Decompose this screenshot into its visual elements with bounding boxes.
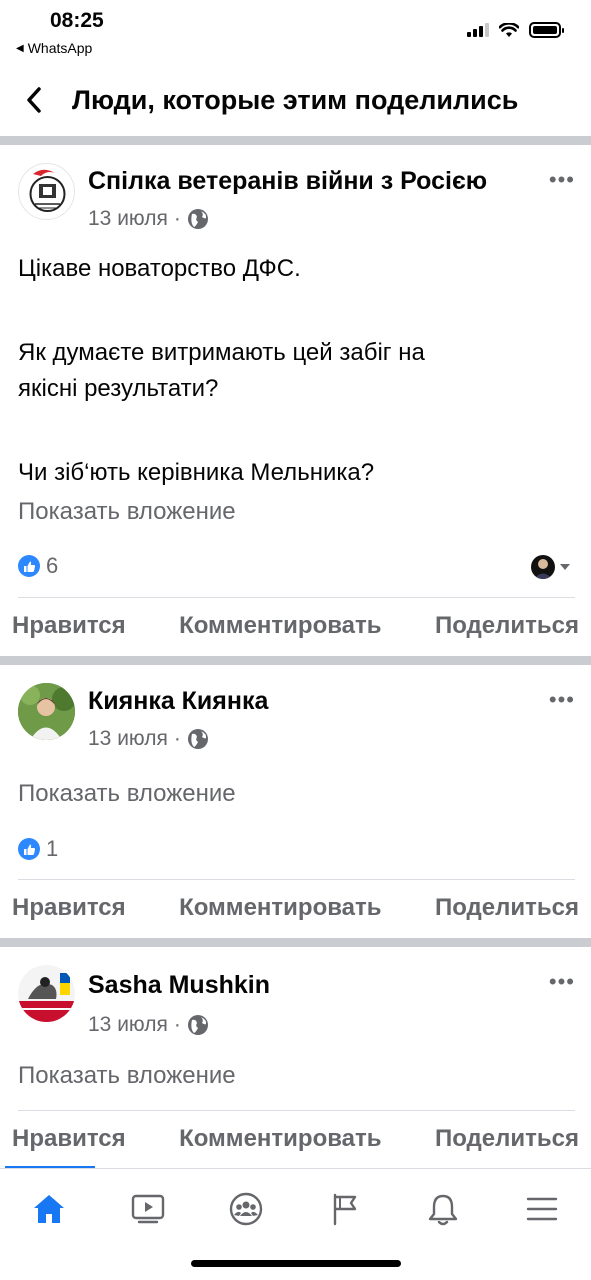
profile-photo-icon <box>18 683 75 740</box>
video-icon <box>131 1194 164 1223</box>
share-button[interactable]: Поделиться <box>435 894 579 922</box>
post-meta: 13 июля · <box>88 207 209 231</box>
nav-home[interactable] <box>19 1179 79 1239</box>
post-author[interactable]: Sasha Mushkin <box>88 971 270 1000</box>
meta-separator: · <box>173 207 181 230</box>
comment-button[interactable]: Комментировать <box>179 894 381 922</box>
react-as-selector[interactable] <box>531 555 571 579</box>
status-time: 08:25 <box>50 9 104 32</box>
post: Sasha Mushkin 13 июля · ••• Показать вло… <box>0 947 591 1167</box>
post-text-line: Цікаве новаторство ДФС. <box>18 255 301 282</box>
post-text-line: Як думаєте витримають цей забіг на <box>18 339 425 366</box>
home-indicator[interactable] <box>191 1260 401 1267</box>
like-reaction-icon <box>18 555 40 577</box>
back-triangle-icon: ◀ <box>16 42 24 54</box>
nav-groups[interactable] <box>216 1179 276 1239</box>
organization-logo-icon <box>29 169 66 212</box>
nav-menu[interactable] <box>512 1179 572 1239</box>
divider <box>18 1110 575 1111</box>
divider <box>18 879 575 880</box>
reactions-summary[interactable]: 1 <box>18 836 58 862</box>
groups-icon <box>230 1192 263 1225</box>
status-icons <box>467 22 564 38</box>
share-button[interactable]: Поделиться <box>435 612 579 640</box>
share-button[interactable]: Поделиться <box>435 1125 579 1153</box>
nav-video[interactable] <box>118 1179 178 1239</box>
back-to-app-link[interactable]: ◀ WhatsApp <box>16 40 92 56</box>
cellular-signal-icon <box>467 23 489 37</box>
bell-icon <box>429 1194 458 1225</box>
battery-icon <box>529 22 564 38</box>
home-icon <box>34 1194 65 1223</box>
post-actions: Нравится Комментировать Поделиться <box>12 612 579 640</box>
more-options-button[interactable]: ••• <box>549 687 575 713</box>
post-author[interactable]: Спілка ветеранів війни з Росією <box>88 167 487 196</box>
comment-button[interactable]: Комментировать <box>179 1125 381 1153</box>
post-date[interactable]: 13 июля <box>88 727 168 751</box>
wifi-icon <box>499 22 519 37</box>
menu-icon <box>526 1197 557 1220</box>
page-title: Люди, которые этим поделились <box>72 84 519 115</box>
page-header: Люди, которые этим поделились <box>0 70 591 130</box>
post-text-line: якісні результати? <box>18 375 219 402</box>
reactions-summary[interactable]: 6 <box>18 553 58 579</box>
post-actions: Нравится Комментировать Поделиться <box>12 1125 579 1153</box>
like-count: 6 <box>46 553 59 578</box>
show-attachment-link[interactable]: Показать вложение <box>18 498 236 526</box>
show-attachment-link[interactable]: Показать вложение <box>18 1062 236 1090</box>
back-button[interactable] <box>4 70 64 130</box>
post: Киянка Киянка 13 июля · ••• Показать вло… <box>0 665 591 938</box>
post-meta: 13 июля · <box>88 727 209 751</box>
comment-button[interactable]: Комментировать <box>179 612 381 640</box>
avatar[interactable] <box>18 683 75 740</box>
like-button[interactable]: Нравится <box>12 612 126 640</box>
caret-down-icon <box>560 564 570 570</box>
post-date[interactable]: 13 июля <box>88 207 168 231</box>
globe-icon <box>187 729 208 749</box>
chevron-left-icon <box>27 87 41 113</box>
avatar[interactable] <box>18 965 75 1022</box>
flag-icon <box>333 1193 356 1225</box>
like-button[interactable]: Нравится <box>12 1125 126 1153</box>
post-date[interactable]: 13 июля <box>88 1013 168 1037</box>
nav-pages[interactable] <box>315 1179 375 1239</box>
status-bar: 08:25 ◀ WhatsApp <box>0 0 591 62</box>
post-author[interactable]: Киянка Киянка <box>88 687 268 716</box>
section-divider <box>0 136 591 145</box>
post: Спілка ветеранів війни з Росією 13 июля … <box>0 145 591 653</box>
meta-separator: · <box>173 1013 181 1036</box>
post-meta: 13 июля · <box>88 1013 209 1037</box>
divider <box>18 597 575 598</box>
like-button[interactable]: Нравится <box>12 894 126 922</box>
post-actions: Нравится Комментировать Поделиться <box>12 894 579 922</box>
section-divider <box>0 656 591 665</box>
like-count: 1 <box>46 836 59 861</box>
like-reaction-icon <box>18 838 40 860</box>
globe-icon <box>187 209 208 229</box>
back-app-label: WhatsApp <box>27 40 93 56</box>
globe-icon <box>187 1015 208 1035</box>
profile-photo-icon <box>18 965 75 1022</box>
avatar <box>531 555 555 579</box>
show-attachment-link[interactable]: Показать вложение <box>18 780 236 808</box>
section-divider <box>0 938 591 947</box>
more-options-button[interactable]: ••• <box>549 167 575 193</box>
meta-separator: · <box>173 727 181 750</box>
nav-notifications[interactable] <box>413 1179 473 1239</box>
more-options-button[interactable]: ••• <box>549 969 575 995</box>
bottom-nav <box>0 1168 591 1248</box>
post-text-line: Чи зіб‘ють керівника Мельника? <box>18 459 375 486</box>
avatar[interactable] <box>18 163 75 220</box>
post-text: Цікаве новаторство ДФС. Як думаєте витри… <box>18 251 425 491</box>
